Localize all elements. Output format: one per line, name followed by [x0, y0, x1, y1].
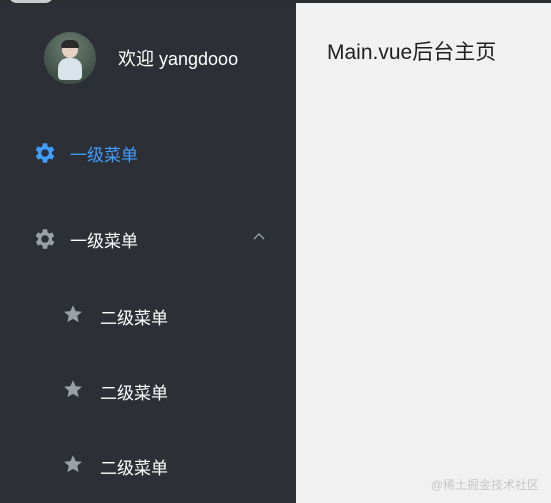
user-info: 欢迎 yangdooo [44, 31, 238, 85]
avatar[interactable] [44, 32, 96, 84]
welcome-text: 欢迎 yangdooo [118, 49, 239, 69]
submenu-item-1[interactable]: 二级菜单 [0, 288, 296, 344]
submenu-item-label: 二级菜单 [100, 383, 168, 403]
submenu-item-3[interactable]: 二级菜单 [0, 438, 296, 494]
submenu-item-label: 二级菜单 [100, 458, 168, 478]
gear-icon [32, 226, 58, 252]
menu-item-label: 一级菜单 [70, 145, 138, 165]
chevron-up-icon[interactable] [252, 230, 266, 244]
gear-icon [32, 140, 58, 166]
page-title: Main.vue后台主页 [327, 41, 497, 64]
menu-item-level1-second[interactable]: 一级菜单 [0, 211, 296, 267]
submenu-item-label: 二级菜单 [100, 308, 168, 328]
menu-item-level1-first[interactable]: 一级菜单 [0, 125, 296, 181]
star-icon [62, 378, 88, 404]
submenu-item-2[interactable]: 二级菜单 [0, 363, 296, 419]
star-icon [62, 453, 88, 479]
menu-item-label: 一级菜单 [70, 231, 138, 251]
sidebar: 欢迎 yangdooo 一级菜单 一级菜单 二级菜单 二级菜单 二级菜单 [0, 3, 296, 503]
star-icon [62, 303, 88, 329]
watermark: @稀土掘金技术社区 [430, 478, 539, 492]
